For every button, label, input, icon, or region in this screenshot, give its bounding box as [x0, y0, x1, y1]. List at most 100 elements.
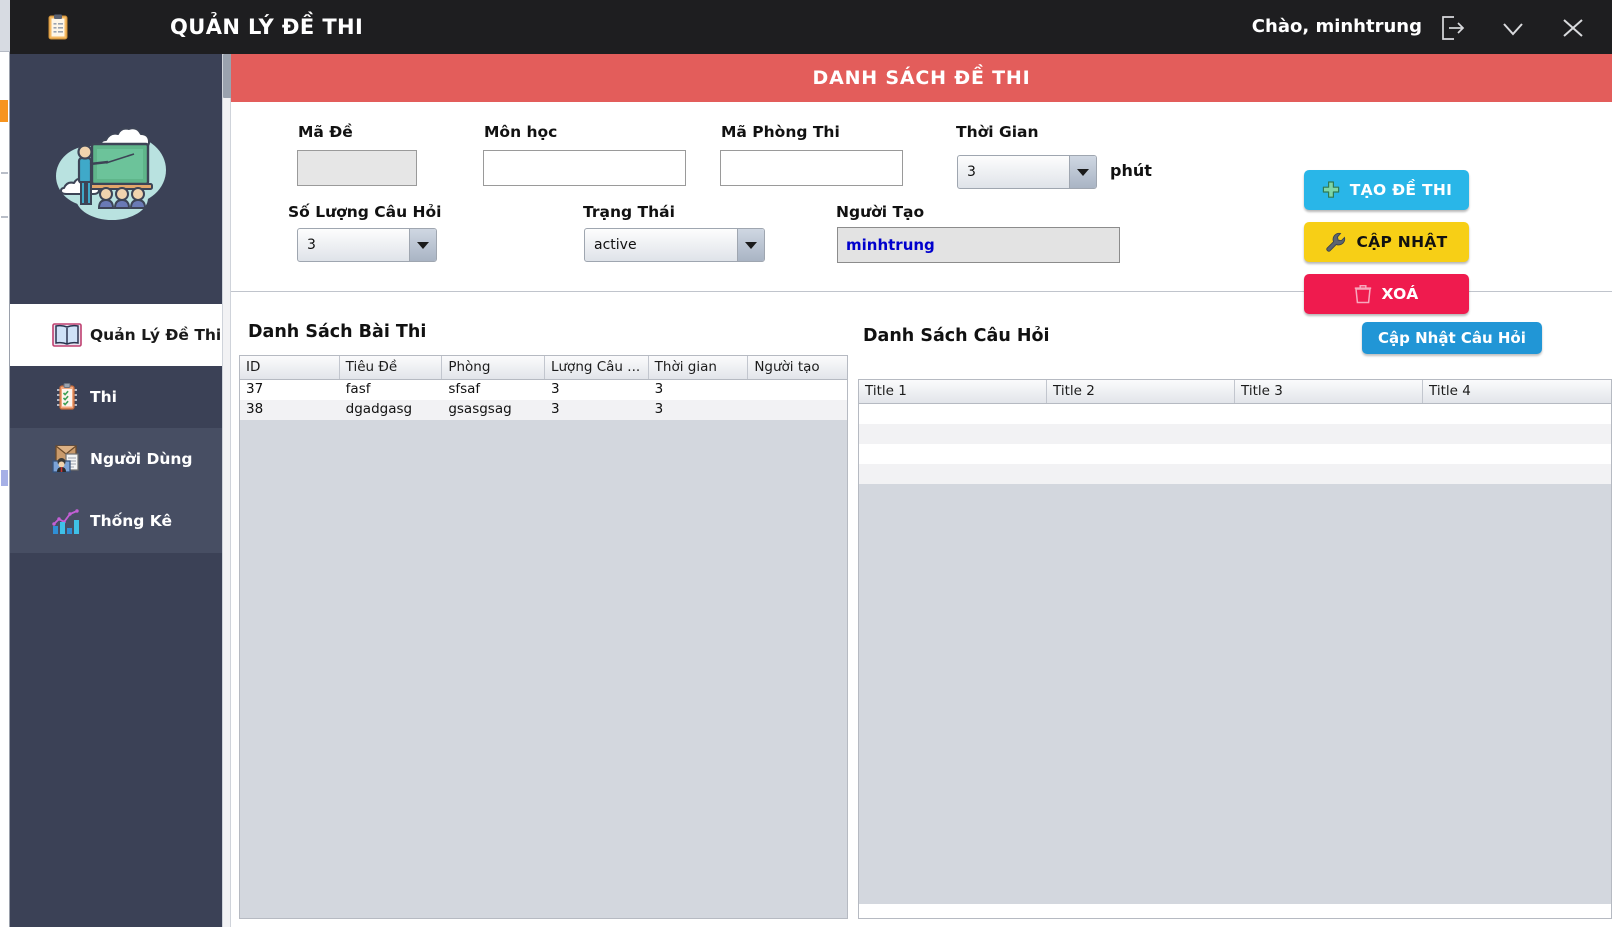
delete-exam-label: XOÁ [1381, 285, 1419, 303]
table-cell [1047, 444, 1235, 464]
trang-thai-select[interactable]: active [584, 228, 765, 262]
section-banner-title: DANH SÁCH ĐỀ THI [812, 67, 1031, 89]
update-questions-button[interactable]: Cập Nhật Câu Hỏi [1362, 322, 1542, 354]
table-cell [859, 404, 1047, 424]
chevron-down-icon[interactable] [737, 229, 764, 261]
column-header[interactable]: Title 4 [1423, 380, 1611, 403]
ma-de-label: Mã Đề [298, 123, 353, 141]
plus-icon [1322, 181, 1339, 198]
column-header[interactable]: Thời gian [649, 356, 749, 379]
thoi-gian-value: 3 [967, 164, 976, 180]
table-row[interactable]: 38 dgadgasg gsasgsag 3 3 [240, 400, 847, 420]
so-luong-cau-hoi-label: Số Lượng Câu Hỏi [288, 203, 442, 221]
table-row[interactable] [859, 464, 1611, 484]
delete-exam-button[interactable]: XOÁ [1304, 274, 1469, 314]
table-row[interactable] [859, 444, 1611, 464]
column-header[interactable]: Tiêu Đề [340, 356, 443, 379]
table-cell: 3 [550, 401, 560, 417]
sidebar-scrollbar[interactable] [222, 54, 232, 927]
table-cell: 38 [246, 401, 264, 417]
table-cell: sfsaf [448, 381, 481, 397]
sidebar-item-label: Quản Lý Đề Thi [90, 326, 222, 344]
table-row[interactable] [859, 404, 1611, 424]
page-title: QUẢN LÝ ĐỀ THI [170, 15, 364, 39]
background-window-mark [1, 470, 8, 486]
column-header[interactable]: ID [240, 356, 340, 379]
table-row[interactable] [859, 424, 1611, 444]
greeting-label: Chào, minhtrung [1251, 16, 1422, 37]
sidebar-item-label: Thống Kê [90, 512, 173, 530]
table-cell: fasf [345, 381, 371, 397]
sidebar-item-label: Thi [90, 388, 117, 406]
clipboard-icon [43, 12, 73, 42]
bar-chart-icon [50, 505, 84, 537]
create-exam-button[interactable]: TẠO ĐỀ THI [1304, 170, 1469, 210]
wrench-icon [1326, 232, 1346, 252]
sidebar: Quản Lý Đề Thi Thi Người Dùng Thống Kê [10, 54, 222, 927]
user-group-icon [50, 443, 84, 475]
update-exam-label: CẬP NHẬT [1356, 233, 1448, 251]
exam-form: Mã Đề Môn học Mã Phòng Thi Thời Gian 3 p… [231, 102, 1612, 314]
sidebar-item-thong-ke[interactable]: Thống Kê [10, 490, 222, 552]
table-cell [1047, 464, 1235, 484]
close-button[interactable] [1556, 13, 1590, 43]
thoi-gian-label: Thời Gian [956, 123, 1039, 141]
table-cell: gsasgsag [448, 401, 512, 417]
thoi-gian-unit: phút [1110, 161, 1152, 180]
application-window: QUẢN LÝ ĐỀ THI Chào, minhtrung Quản Lý Đ… [0, 0, 1612, 927]
question-list-header-row: Title 1 Title 2 Title 3 Title 4 [859, 380, 1611, 404]
table-cell: 3 [550, 381, 560, 397]
table-cell [1235, 424, 1423, 444]
trang-thai-value: active [594, 237, 637, 253]
column-header[interactable]: Người tạo [748, 356, 847, 379]
background-window-titlebar [0, 0, 10, 52]
table-cell [1047, 404, 1235, 424]
table-cell [859, 424, 1047, 444]
sidebar-item-quan-ly-de-thi[interactable]: Quản Lý Đề Thi [10, 304, 222, 366]
background-window-orange-marker [0, 100, 8, 122]
open-book-icon [50, 319, 84, 351]
background-window-mark [1, 216, 8, 218]
chevron-down-icon[interactable] [1069, 156, 1096, 188]
trang-thai-label: Trạng Thái [583, 203, 675, 221]
mon-hoc-label: Môn học [484, 123, 558, 141]
sidebar-item-nguoi-dung[interactable]: Người Dùng [10, 428, 222, 490]
so-luong-cau-hoi-select[interactable]: 3 [297, 228, 437, 262]
column-header[interactable]: Lượng Câu ... [545, 356, 649, 379]
main-content: DANH SÁCH ĐỀ THI Mã Đề Môn học Mã Phòng … [231, 54, 1612, 927]
table-cell: 3 [654, 381, 664, 397]
ma-phong-thi-input[interactable] [720, 150, 903, 186]
exam-list-empty-area [240, 420, 847, 918]
ma-de-input[interactable] [297, 150, 417, 186]
table-cell [1423, 424, 1611, 444]
minimize-button[interactable] [1496, 13, 1530, 43]
table-cell [748, 380, 847, 400]
update-exam-button[interactable]: CẬP NHẬT [1304, 222, 1469, 262]
nguoi-tao-input[interactable] [837, 227, 1120, 263]
table-cell [1235, 444, 1423, 464]
table-cell [748, 400, 847, 420]
question-list-body [859, 404, 1611, 484]
background-window-sliver [0, 0, 10, 927]
table-cell: 3 [654, 401, 664, 417]
create-exam-label: TẠO ĐỀ THI [1349, 181, 1453, 199]
logout-icon[interactable] [1436, 13, 1470, 43]
section-banner: DANH SÁCH ĐỀ THI [231, 54, 1612, 102]
sidebar-item-label: Người Dùng [90, 450, 193, 468]
column-header[interactable]: Phòng [442, 356, 545, 379]
question-list-table[interactable]: Title 1 Title 2 Title 3 Title 4 [858, 379, 1612, 919]
table-cell [1235, 464, 1423, 484]
table-cell: 37 [246, 381, 264, 397]
chevron-down-icon[interactable] [409, 229, 436, 261]
thoi-gian-select[interactable]: 3 [957, 155, 1097, 189]
column-header[interactable]: Title 3 [1235, 380, 1423, 403]
table-cell [1235, 404, 1423, 424]
column-header[interactable]: Title 1 [859, 380, 1047, 403]
table-row[interactable]: 37 fasf sfsaf 3 3 [240, 380, 847, 400]
column-header[interactable]: Title 2 [1047, 380, 1235, 403]
exam-list-table[interactable]: ID Tiêu Đề Phòng Lượng Câu ... Thời gian Ngườ… [239, 355, 848, 919]
sidebar-item-thi[interactable]: Thi [10, 366, 222, 428]
so-luong-cau-hoi-value: 3 [307, 237, 316, 253]
mon-hoc-input[interactable] [483, 150, 686, 186]
classroom-illustration-icon [10, 109, 222, 239]
